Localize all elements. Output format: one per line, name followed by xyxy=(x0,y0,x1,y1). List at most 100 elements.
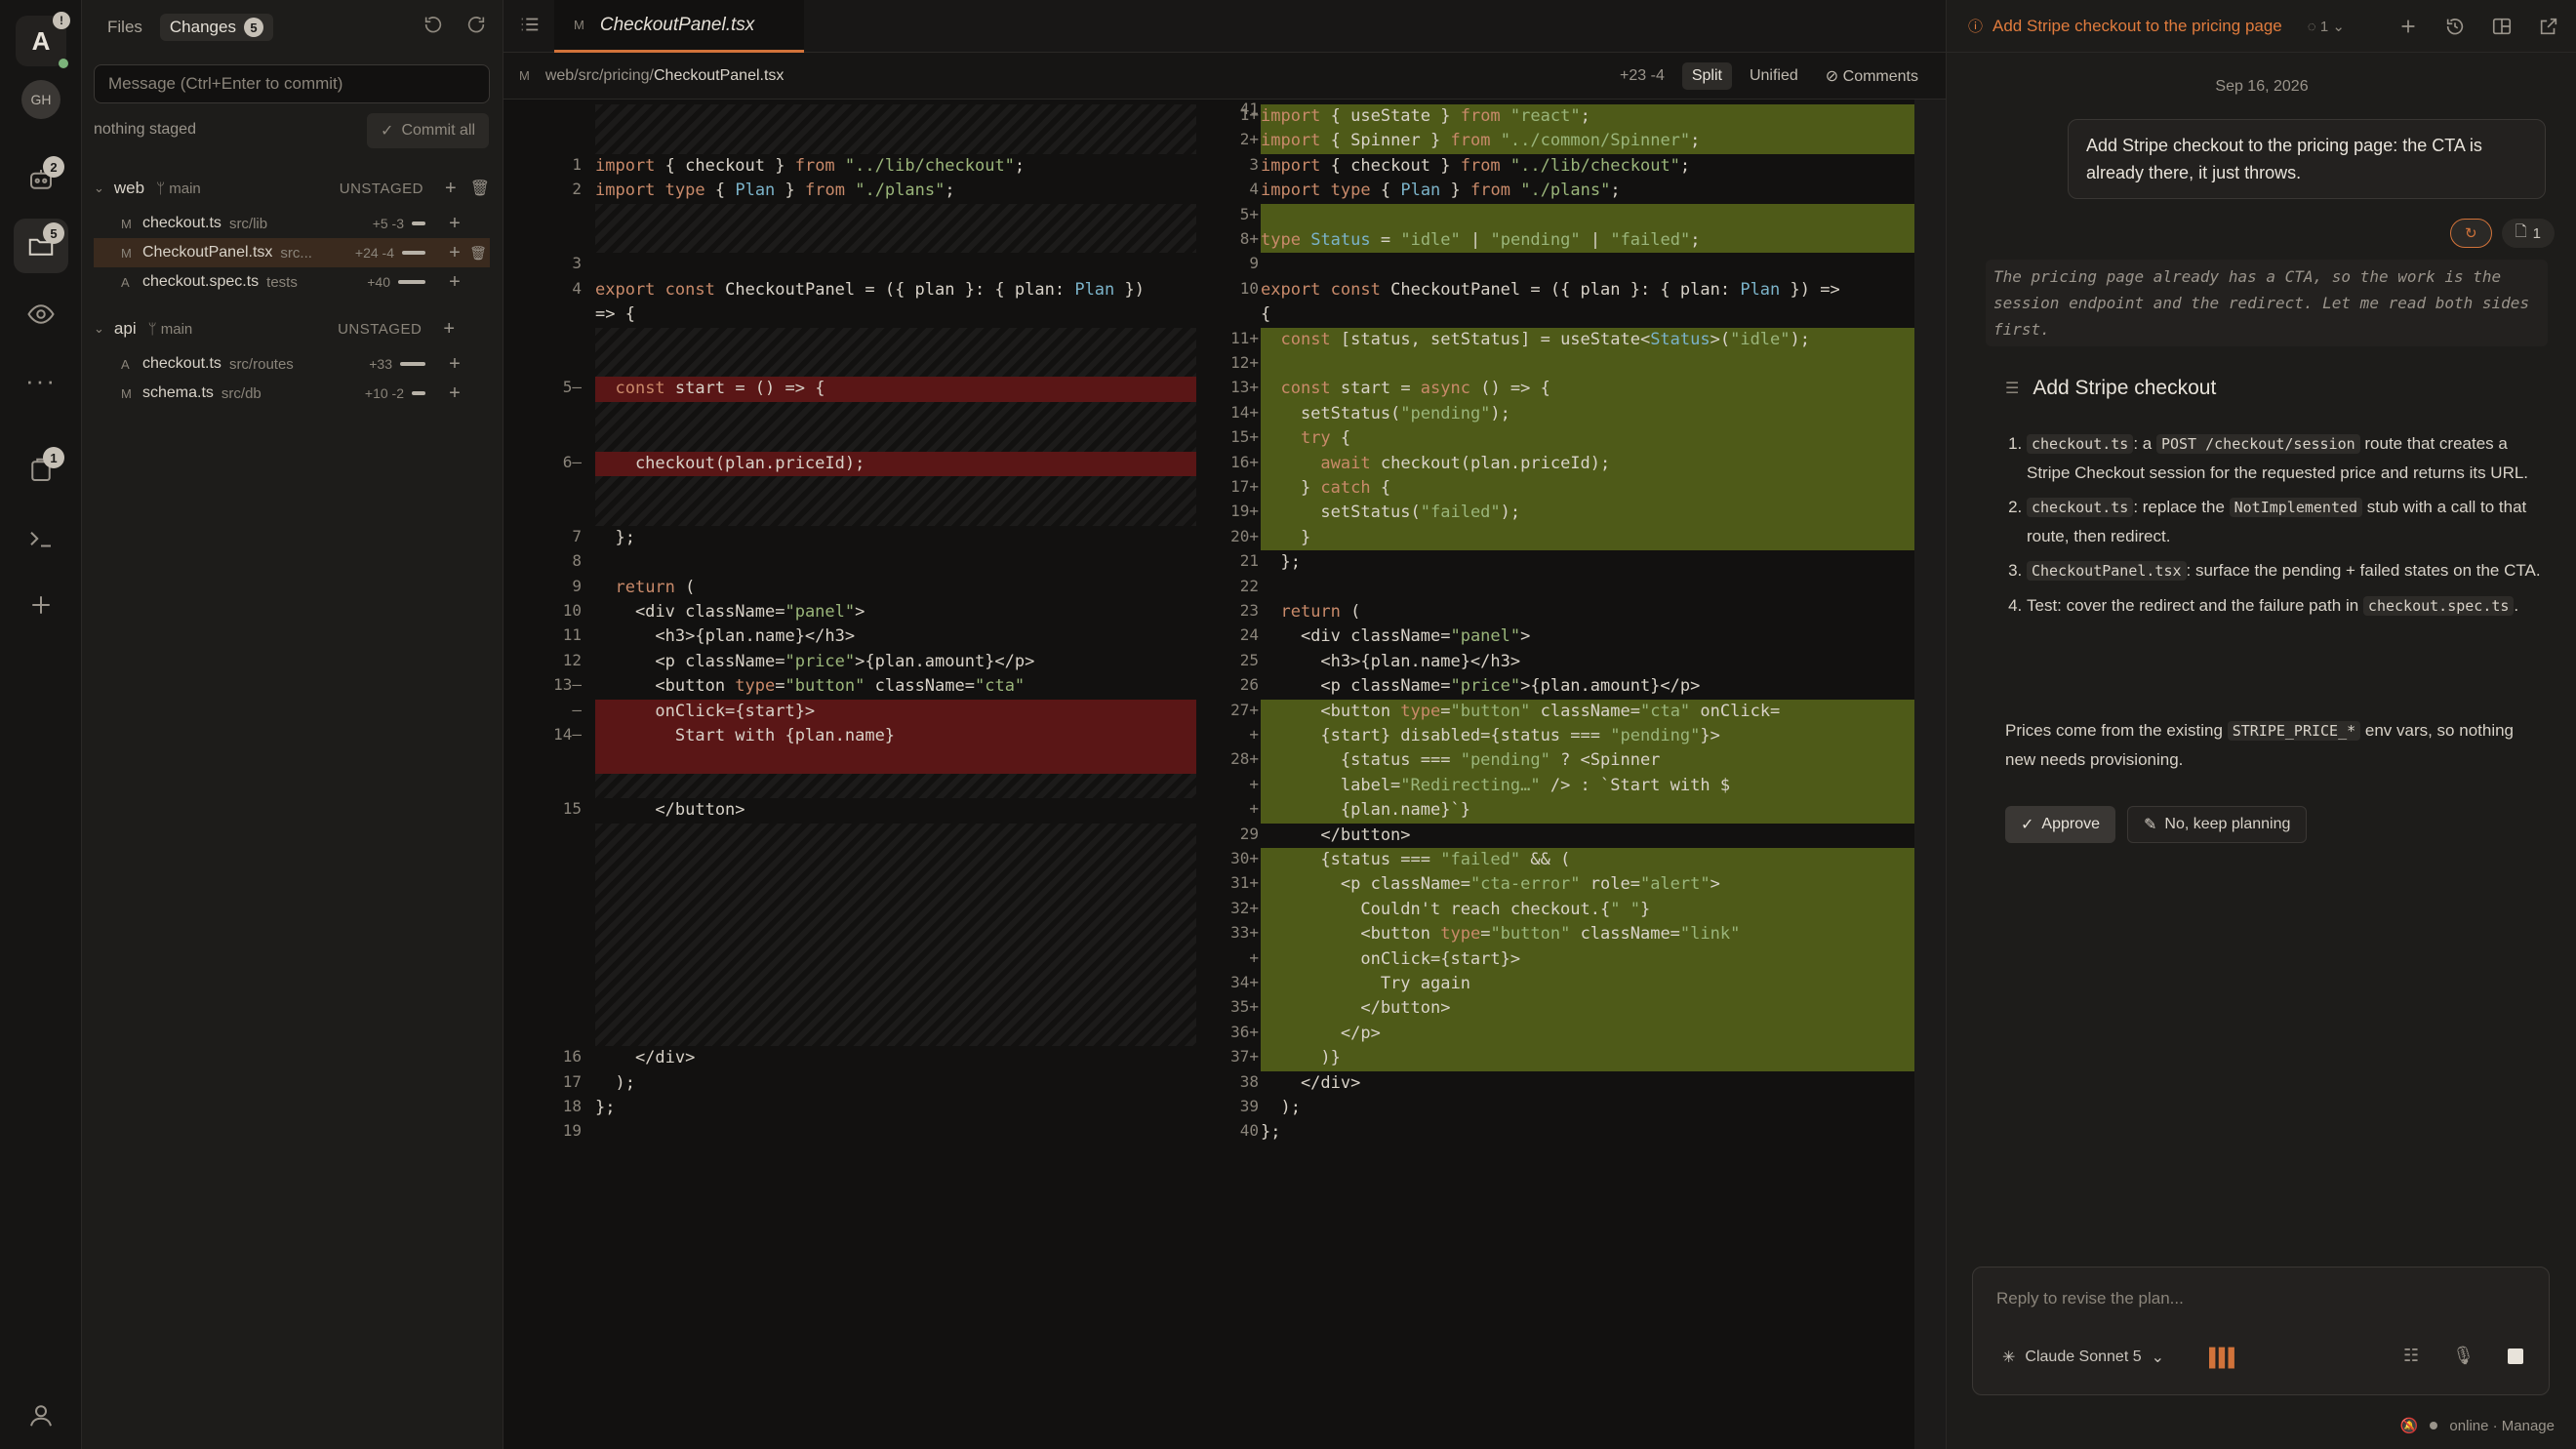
file-status: M xyxy=(121,216,132,231)
code-line: {start} disabled={status === "pending"}> xyxy=(1261,726,1720,745)
refresh-icon[interactable] xyxy=(465,14,487,35)
line-number: 27+ xyxy=(1230,700,1259,719)
code-line: </button> xyxy=(595,800,745,821)
code-line: <div className="panel"> xyxy=(1261,626,1531,647)
terminal-button[interactable] xyxy=(14,511,68,566)
code-line: setStatus("pending"); xyxy=(1261,403,1510,423)
tasks-button[interactable]: 1 xyxy=(14,443,68,498)
preview-button[interactable] xyxy=(14,287,68,342)
run-status[interactable]: ◌ 1 ⌄ xyxy=(2308,18,2345,35)
warning-icon: ! xyxy=(53,12,70,29)
tab-files-label: Files xyxy=(107,18,142,36)
step-text: . xyxy=(2514,596,2519,615)
group-api[interactable]: ⌄ api ᛘ main UNSTAGED + xyxy=(94,314,490,343)
line-number: 13+ xyxy=(1230,378,1259,397)
code-line: Try again xyxy=(1261,974,1470,993)
stage-file-icon[interactable]: + xyxy=(443,382,466,405)
line-number: + xyxy=(1249,774,1259,793)
diff-minimap[interactable] xyxy=(1914,100,1946,1449)
user-message: Add Stripe checkout to the pricing page:… xyxy=(2068,119,2546,199)
online-dot xyxy=(59,59,68,68)
discard-icon[interactable]: 🗑 xyxy=(470,179,490,198)
undo-icon[interactable] xyxy=(423,14,444,35)
stage-file-icon[interactable]: + xyxy=(443,213,466,235)
discard-file-icon[interactable]: 🗑 xyxy=(466,245,490,262)
stage-file-icon[interactable]: + xyxy=(443,353,466,376)
agents-button[interactable]: 2 xyxy=(14,152,68,207)
unified-view-button[interactable]: Unified xyxy=(1740,62,1808,90)
diff-pane-original[interactable]: 1 import { checkout } from "../lib/checko… xyxy=(503,100,1198,1449)
agent-thinking: The pricing page already has a CTA, so t… xyxy=(1986,260,2548,346)
microphone-icon[interactable]: 🎙 xyxy=(2452,1346,2475,1366)
code-line: {status === "pending" ? <Spinner xyxy=(1261,750,1661,771)
reply-composer[interactable]: Reply to revise the plan... ✳ Claude Sonn… xyxy=(1972,1267,2550,1395)
tab-name: CheckoutPanel.tsx xyxy=(599,14,755,35)
comments-button[interactable]: ⊘ Comments xyxy=(1816,61,1928,91)
code-line: <button type="button" className="cta" xyxy=(595,676,1026,697)
diff-filler xyxy=(595,203,1196,254)
stage-all-icon[interactable]: + xyxy=(443,318,455,341)
diff-pane-modified[interactable]: 1+ import { useState } from "react"; 2+ imp… xyxy=(1198,100,1946,1449)
split-view-button[interactable]: Split xyxy=(1681,61,1732,90)
plus-icon[interactable] xyxy=(2397,16,2419,37)
file-row[interactable]: A checkout.ts src/routes +33 + xyxy=(94,349,490,379)
status-text[interactable]: online · Manage xyxy=(2449,1418,2555,1434)
line-number: 3 xyxy=(572,254,582,273)
approve-button[interactable]: ✓ Approve xyxy=(2005,806,2115,843)
file-row[interactable]: M checkout.ts src/lib +5 -3 + xyxy=(94,209,490,238)
code-line: import { useState } from "react"; xyxy=(1261,106,1590,126)
effort-bars-icon[interactable]: ▌▌▌ xyxy=(2209,1348,2240,1368)
stage-file-icon[interactable]: + xyxy=(443,242,466,264)
editor-tabbar: M CheckoutPanel.tsx xyxy=(503,0,1946,53)
diff-filler xyxy=(595,104,1196,154)
list-icon[interactable] xyxy=(519,14,541,40)
retry-button[interactable]: ↻ xyxy=(2450,219,2492,248)
workspace-avatar[interactable]: A ! xyxy=(16,12,70,68)
chevron-down-icon: ⌄ xyxy=(2332,18,2345,35)
commit-message-input[interactable]: Message (Ctrl+Enter to commit) xyxy=(94,64,490,103)
code-line: import { checkout } from "../lib/checkou… xyxy=(595,155,1026,176)
step-text: : a xyxy=(2133,434,2156,453)
line-number: 9 xyxy=(572,576,582,595)
group-web[interactable]: ⌄ web ᛘ main UNSTAGED + 🗑 xyxy=(94,174,490,203)
file-row[interactable]: M schema.ts src/db +10 -2 + xyxy=(94,379,490,408)
files-button[interactable]: 🗋 1 xyxy=(2501,219,2555,248)
plan-step: CheckoutPanel.tsx: surface the pending +… xyxy=(2027,556,2548,585)
editor-tab[interactable]: M CheckoutPanel.tsx xyxy=(554,0,804,53)
more-button[interactable]: ··· xyxy=(14,353,68,408)
sliders-icon[interactable]: ☷ xyxy=(2403,1346,2419,1366)
add-button[interactable] xyxy=(14,578,68,632)
account-button[interactable] xyxy=(14,1388,68,1442)
stage-file-icon[interactable]: + xyxy=(443,271,466,294)
step-text: : surface the pending + failed states on… xyxy=(2186,561,2541,580)
line-number: 12 xyxy=(562,650,582,669)
changes-button[interactable]: 5 xyxy=(14,219,68,273)
group-name: api xyxy=(113,319,137,338)
diff-stat: +23 -4 xyxy=(1620,66,1665,84)
notifications-off-icon[interactable]: 🔕 xyxy=(2400,1417,2419,1434)
file-row[interactable]: A checkout.spec.ts tests +40 + xyxy=(94,267,490,297)
external-link-icon[interactable] xyxy=(2538,16,2559,37)
note-text: Prices come from the existing xyxy=(2005,721,2228,740)
code-line: <button type="button" className="cta" on… xyxy=(1261,701,1781,721)
keep-planning-button[interactable]: ✎ No, keep planning xyxy=(2127,806,2308,843)
stop-icon[interactable] xyxy=(2508,1348,2523,1364)
file-path: src/db xyxy=(221,384,262,402)
file-row-selected[interactable]: M CheckoutPanel.tsx src... +24 -4 + 🗑 xyxy=(94,238,490,267)
tab-files[interactable]: Files xyxy=(98,14,152,41)
history-icon[interactable] xyxy=(2444,16,2466,37)
layout-icon[interactable] xyxy=(2491,16,2513,37)
code-line: import type { Plan } from "./plans"; xyxy=(1261,181,1621,201)
model-selector[interactable]: ✳ Claude Sonnet 5 ⌄ xyxy=(2002,1348,2164,1367)
commit-all-button[interactable]: ✓ Commit all xyxy=(367,113,489,148)
chat-actions xyxy=(2397,16,2559,37)
message-date: Sep 16, 2026 xyxy=(2215,78,2309,95)
tab-changes[interactable]: Changes 5 xyxy=(159,14,273,41)
file-stat: +33 xyxy=(369,356,392,372)
stage-all-icon[interactable]: + xyxy=(445,178,457,200)
chat-title[interactable]: Add Stripe checkout to the pricing page xyxy=(1992,17,2282,36)
code-line: <p className="price">{plan.amount}</p> xyxy=(1261,676,1701,697)
line-number: 40 xyxy=(1239,1121,1259,1141)
retry-icon: ↻ xyxy=(2465,225,2477,242)
github-avatar[interactable]: GH xyxy=(21,80,60,119)
